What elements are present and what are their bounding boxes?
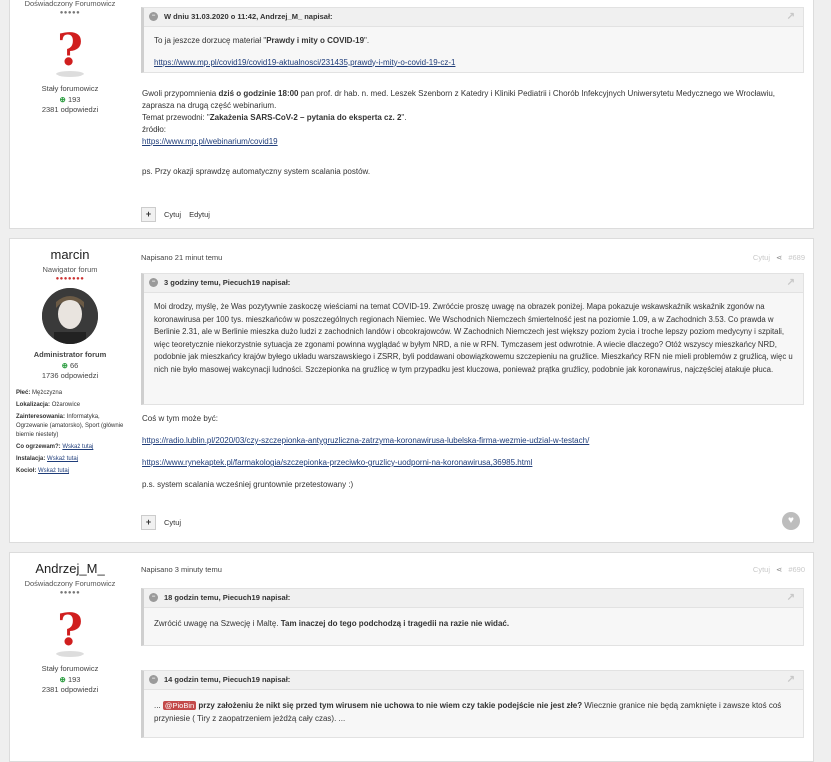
- user-rank: Stały forumowicz: [41, 84, 99, 93]
- webinar-link[interactable]: https://www.mp.pl/webinarium/covid19: [142, 137, 278, 146]
- edit-button[interactable]: Edytuj: [189, 210, 210, 219]
- post-author: Doświadczony Forumowicz ●●●●● ? Stały fo…: [10, 0, 130, 114]
- answer-count: 2381 odpowiedzi: [41, 685, 99, 694]
- profile-field: Co ogrzewam?: Wskaż tutaj: [16, 444, 94, 450]
- user-rank: Administrator forum: [33, 350, 107, 359]
- post-content: Napisano 21 minut temu Cytuj ⋖ #689 −3 god…: [132, 239, 813, 530]
- post-content: Napisano 3 minuty temu Cytuj ⋖ #690 −18 go…: [132, 553, 813, 738]
- post-number[interactable]: #689: [788, 253, 805, 262]
- tools-quote[interactable]: Cytuj: [753, 253, 770, 262]
- post-actions: + Cytuj Edytuj: [141, 207, 218, 222]
- rep-up-icon: ⊕: [59, 95, 66, 104]
- share-icon[interactable]: ⋖: [776, 253, 782, 262]
- rank-stars: ●●●●●: [59, 590, 81, 596]
- user-title: Nawigator forum: [42, 265, 98, 274]
- share-icon[interactable]: ⋖: [776, 565, 782, 574]
- profile-field: Płeć: Mężczyzna: [16, 390, 63, 396]
- rep-count: 66: [70, 361, 79, 370]
- post-number[interactable]: #690: [788, 565, 805, 574]
- rank-stars: ●●●●●●●: [55, 276, 85, 282]
- post-2: marcin Nawigator forum ●●●●●●● Administr…: [9, 238, 814, 543]
- quote-collapse-icon[interactable]: −: [149, 12, 158, 21]
- answer-count: 2381 odpowiedzi: [41, 105, 99, 114]
- user-rank: Stały forumowicz: [41, 664, 99, 673]
- rep-count: 193: [67, 675, 81, 684]
- quote-header: −3 godziny temu, Piecuch19 napisał: ↗: [144, 274, 803, 293]
- multiquote-button[interactable]: +: [141, 515, 156, 530]
- quote-body: Moi drodzy, myślę, że Was pozytywnie zas…: [154, 302, 793, 374]
- share-icon[interactable]: ↗: [787, 274, 795, 292]
- user-photo-icon: [42, 288, 98, 344]
- quote-header: −18 godzin temu, Piecuch19 napisał: ↗: [144, 589, 803, 608]
- quote-body: Zwrócić uwagę na Szwecję i Maltę. Tam in…: [154, 619, 510, 628]
- svg-text:?: ?: [57, 25, 83, 76]
- quote-button[interactable]: Cytuj: [164, 518, 181, 527]
- quote-block: −14 godzin temu, Piecuch19 napisał: ↗ ...…: [141, 670, 804, 738]
- quote-collapse-icon[interactable]: −: [149, 675, 158, 684]
- quote-header: −14 godzin temu, Piecuch19 napisał: ↗: [144, 671, 803, 690]
- post-3: Andrzej_M_ Doświadczony Forumowicz ●●●●●…: [9, 552, 814, 762]
- reputation: ⊕ 193: [10, 95, 130, 104]
- quote-block: −3 godziny temu, Piecuch19 napisał: ↗ Moi…: [141, 273, 804, 405]
- post-content: − W dniu 31.03.2020 o 11:42, Andrzej_M_ n…: [132, 0, 813, 222]
- share-icon[interactable]: ↗: [787, 589, 795, 607]
- quote-body: ... @PioBin przy założeniu że nikt się p…: [154, 701, 782, 723]
- rep-up-icon: ⊕: [61, 361, 68, 370]
- username[interactable]: Andrzej_M_: [10, 561, 130, 576]
- quote-block: − W dniu 31.03.2020 o 11:42, Andrzej_M_ n…: [141, 7, 804, 73]
- quote-link[interactable]: https://www.mp.pl/covid19/covid19-aktual…: [154, 58, 455, 67]
- user-title: Doświadczony Forumowicz: [24, 0, 116, 8]
- tools-quote[interactable]: Cytuj: [753, 565, 770, 574]
- post-text: Coś w tym może być: https://radio.lublin…: [142, 414, 590, 489]
- rep-count: 193: [67, 95, 81, 104]
- rank-stars: ●●●●●: [59, 10, 81, 16]
- post-actions: + Cytuj: [141, 515, 189, 530]
- quote-header: − W dniu 31.03.2020 o 11:42, Andrzej_M_ n…: [144, 8, 803, 27]
- quote-collapse-icon[interactable]: −: [149, 278, 158, 287]
- profile-field: Lokalizacja: Ożarowice: [16, 402, 81, 408]
- multiquote-button[interactable]: +: [141, 207, 156, 222]
- like-heart-icon[interactable]: ♥: [782, 512, 800, 530]
- radio-link[interactable]: https://radio.lublin.pl/2020/03/czy-szcz…: [142, 436, 589, 445]
- question-mark-avatar-icon: ?: [56, 605, 84, 657]
- post-1: Doświadczony Forumowicz ●●●●● ? Stały fo…: [9, 0, 814, 229]
- profile-fields: Płeć: Mężczyzna Lokalizacja: Ożarowice Z…: [16, 389, 124, 476]
- svg-text:?: ?: [57, 605, 83, 656]
- answer-count: 1736 odpowiedzi: [41, 371, 99, 380]
- post-date: Napisano 3 minuty temu: [141, 565, 222, 574]
- user-mention[interactable]: @PioBin: [162, 701, 197, 710]
- quote-button[interactable]: Cytuj: [164, 210, 181, 219]
- post-date: Napisano 21 minut temu: [141, 253, 223, 262]
- avatar[interactable]: ?: [42, 22, 98, 78]
- profile-field: Zainteresowania: Informatyka, Ogrzewanie…: [16, 414, 124, 438]
- post-tools: Cytuj ⋖ #690: [753, 565, 805, 574]
- reputation: ⊕ 66: [10, 361, 130, 370]
- quote-body: To ja jeszcze dorzucę materiał "Prawdy i…: [154, 36, 456, 67]
- share-icon[interactable]: ↗: [787, 671, 795, 689]
- rynek-link[interactable]: https://www.rynekaptek.pl/farmakologia/s…: [142, 458, 532, 467]
- post-author: marcin Nawigator forum ●●●●●●● Administr…: [10, 239, 130, 474]
- quote-collapse-icon[interactable]: −: [149, 593, 158, 602]
- avatar[interactable]: [42, 288, 98, 344]
- profile-field: Kocioł: Wskaż tutaj: [16, 468, 70, 474]
- rep-up-icon: ⊕: [59, 675, 66, 684]
- post-tools: Cytuj ⋖ #689: [753, 253, 805, 262]
- share-icon[interactable]: ↗: [787, 8, 795, 26]
- question-mark-avatar-icon: ?: [56, 25, 84, 77]
- username[interactable]: marcin: [10, 247, 130, 262]
- profile-field: Instalacja: Wskaż tutaj: [16, 456, 79, 462]
- post-author: Andrzej_M_ Doświadczony Forumowicz ●●●●●…: [10, 553, 130, 694]
- user-title: Doświadczony Forumowicz: [24, 579, 116, 588]
- post-text: Gwoli przypomnienia dziś o godzinie 18:0…: [142, 89, 776, 176]
- avatar[interactable]: ?: [42, 602, 98, 658]
- quote-block: −18 godzin temu, Piecuch19 napisał: ↗ Zwr…: [141, 588, 804, 646]
- reputation: ⊕ 193: [10, 675, 130, 684]
